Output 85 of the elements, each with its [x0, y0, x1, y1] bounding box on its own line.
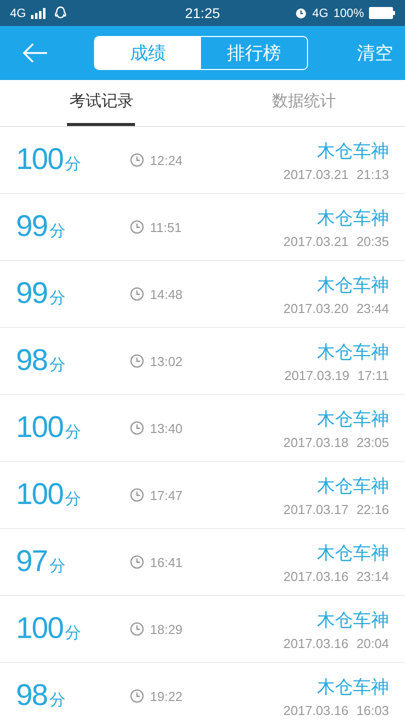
penguin-icon: [54, 6, 68, 20]
score-unit: 分: [49, 691, 66, 711]
record-time: 16:03: [356, 702, 389, 718]
score-value: 100: [16, 478, 64, 512]
record-date: 2017.03.16: [283, 568, 348, 584]
record-date: 2017.03.21: [283, 166, 348, 182]
duration-text: 16:41: [150, 554, 183, 570]
record-date: 2017.03.17: [283, 502, 348, 516]
record-date: 2017.03.16: [283, 702, 348, 718]
record-row[interactable]: 100分 17:47 木仓车神 2017.03.17 22:16: [0, 462, 405, 529]
record-time: 23:14: [356, 568, 389, 584]
record-time: 22:16: [356, 502, 389, 516]
user-name: 木仓车神: [317, 274, 389, 296]
clock-icon: [130, 421, 144, 435]
record-row[interactable]: 98分 13:02 木仓车神 2017.03.19 17:11: [0, 328, 405, 395]
record-time: 20:35: [356, 234, 389, 248]
clock-icon: [130, 287, 144, 301]
battery-percent: 100%: [333, 6, 364, 20]
score-unit: 分: [65, 490, 82, 510]
score-unit: 分: [49, 356, 66, 376]
duration-text: 14:48: [150, 286, 183, 302]
record-time: 20:04: [356, 636, 389, 650]
record-time: 21:13: [356, 166, 389, 182]
record-date: 2017.03.19: [284, 368, 350, 382]
score-unit: 分: [49, 222, 66, 242]
duration-text: 18:29: [150, 622, 183, 636]
clear-button[interactable]: 清空: [357, 41, 393, 65]
score-unit: 分: [49, 289, 66, 309]
duration-text: 19:22: [150, 688, 183, 704]
record-time: 23:44: [356, 300, 389, 316]
record-row[interactable]: 97分 16:41 木仓车神 2017.03.16 23:14: [0, 529, 405, 596]
record-date: 2017.03.18: [283, 434, 348, 450]
user-name: 木仓车神: [317, 474, 389, 498]
tab[interactable]: 考试记录: [67, 80, 136, 126]
score-value: 100: [16, 411, 64, 445]
record-time: 17:11: [357, 368, 389, 382]
record-date: 2017.03.20: [283, 300, 348, 316]
record-row[interactable]: 98分 19:22 木仓车神 2017.03.16 16:03: [0, 663, 405, 720]
segment-tab[interactable]: 成绩: [95, 37, 201, 69]
clock-time: 21:25: [184, 5, 220, 21]
user-name: 木仓车神: [317, 676, 389, 698]
record-row[interactable]: 99分 14:48 木仓车神 2017.03.20 23:44: [0, 261, 405, 328]
score-value: 98: [16, 679, 48, 713]
alarm-icon: [295, 7, 308, 19]
duration-text: 13:40: [150, 420, 183, 436]
record-time: 23:05: [356, 434, 389, 450]
user-name: 木仓车神: [317, 408, 389, 430]
clock-icon: [130, 488, 144, 502]
score-unit: 分: [49, 557, 66, 577]
score-unit: 分: [65, 423, 82, 443]
score-value: 99: [16, 210, 48, 244]
user-name: 木仓车神: [317, 206, 389, 230]
record-date: 2017.03.21: [283, 234, 348, 248]
duration-text: 11:51: [150, 220, 182, 234]
score-value: 98: [16, 344, 48, 378]
score-value: 100: [16, 612, 64, 646]
record-date: 2017.03.16: [283, 636, 348, 650]
record-row[interactable]: 100分 18:29 木仓车神 2017.03.16 20:04: [0, 596, 405, 663]
back-arrow-icon[interactable]: [22, 43, 48, 63]
user-name: 木仓车神: [317, 608, 389, 632]
tab[interactable]: 数据统计: [270, 80, 338, 126]
clock-icon: [130, 153, 144, 167]
battery-icon: [369, 7, 396, 19]
duration-text: 17:47: [150, 488, 183, 502]
network-label: 4G: [312, 6, 328, 20]
clock-icon: [130, 622, 144, 636]
score-value: 99: [16, 277, 48, 311]
score-value: 97: [16, 545, 48, 579]
clock-icon: [130, 555, 144, 569]
record-row[interactable]: 100分 12:24 木仓车神 2017.03.21 21:13: [0, 127, 405, 194]
record-row[interactable]: 100分 13:40 木仓车神 2017.03.18 23:05: [0, 395, 405, 462]
clock-icon: [130, 354, 144, 368]
segment-tab[interactable]: 排行榜: [201, 37, 307, 69]
user-name: 木仓车神: [317, 542, 389, 564]
score-unit: 分: [65, 624, 82, 644]
network-label: 4G: [10, 6, 26, 20]
user-name: 木仓车神: [317, 340, 389, 364]
score-value: 100: [16, 143, 64, 177]
score-unit: 分: [65, 155, 82, 175]
clock-icon: [130, 689, 144, 703]
user-name: 木仓车神: [317, 140, 389, 162]
duration-text: 13:02: [150, 354, 183, 368]
clock-icon: [130, 220, 144, 234]
duration-text: 12:24: [150, 152, 183, 168]
record-row[interactable]: 99分 11:51 木仓车神 2017.03.21 20:35: [0, 194, 405, 261]
